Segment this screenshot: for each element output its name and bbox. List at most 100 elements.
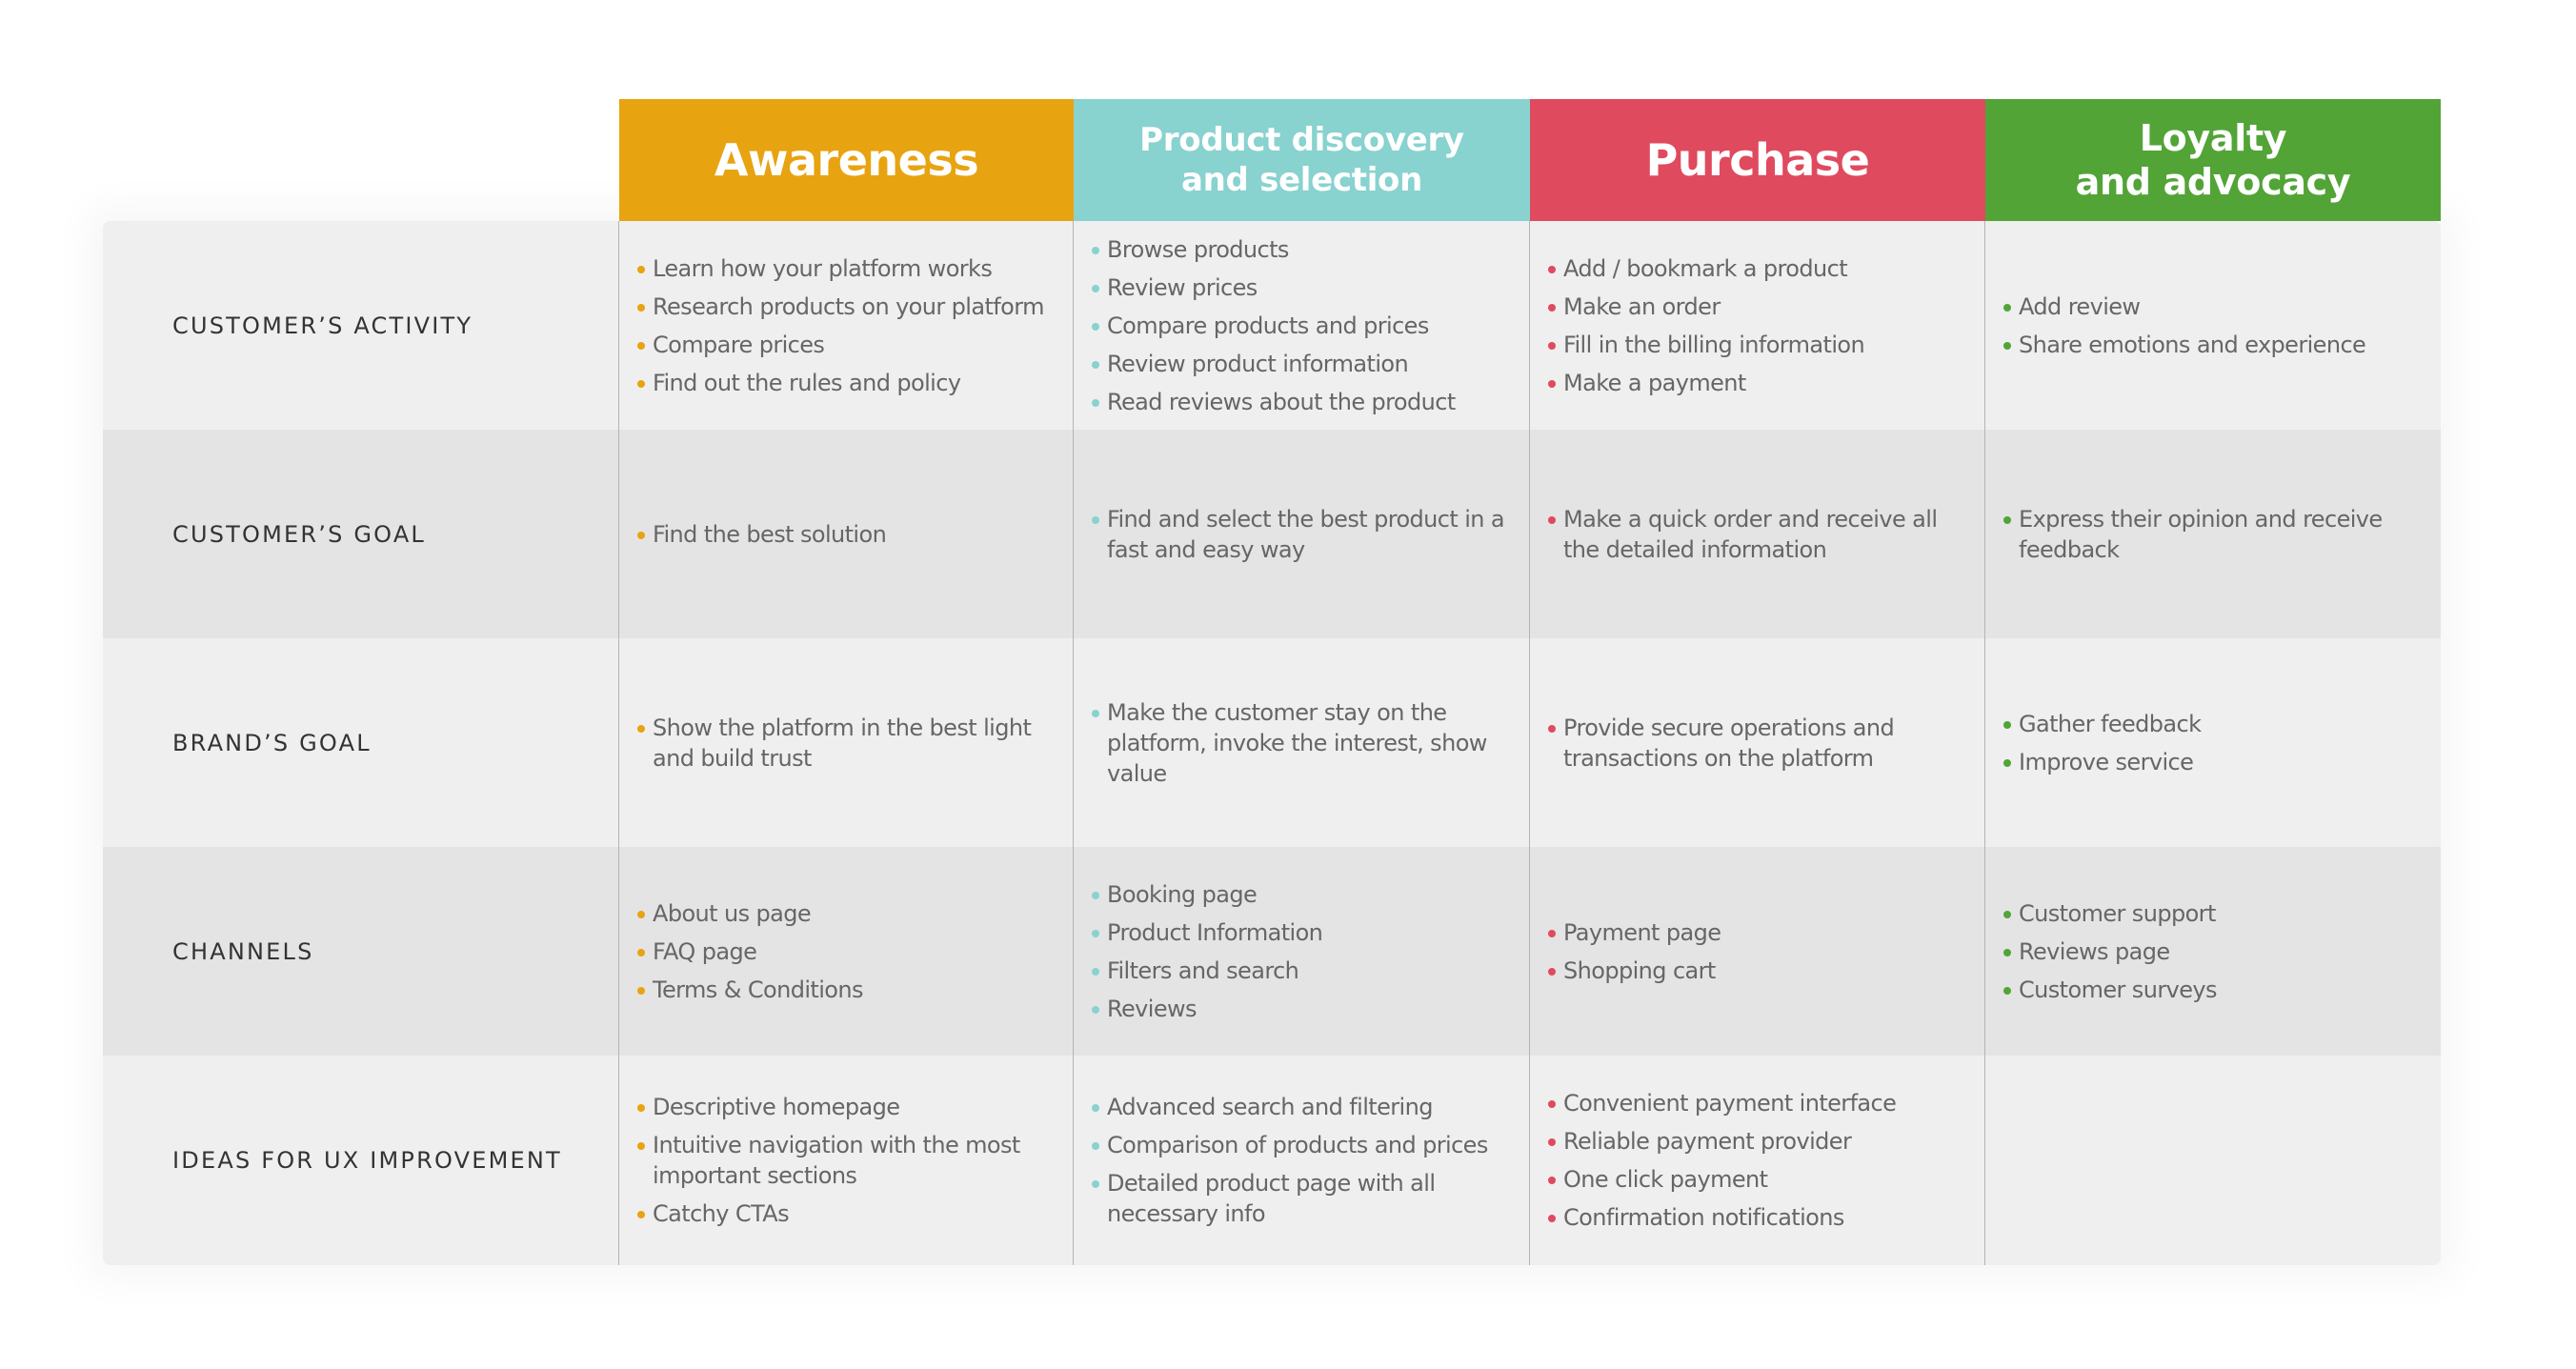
list-item: Reliable payment provider (1548, 1126, 1976, 1157)
list-item-text: Compare prices (653, 331, 825, 358)
list-item: Detailed product page with all necessary… (1092, 1168, 1520, 1229)
journey-cell-purchase: Make a quick order and receive all the d… (1530, 430, 1985, 638)
list-item-text: Reliable payment provider (1563, 1127, 1852, 1155)
list-item-text: Make a payment (1563, 369, 1746, 396)
list-item: Read reviews about the product (1092, 387, 1520, 417)
list-item-text: Shopping cart (1563, 956, 1716, 984)
journey-cell-purchase: Add / bookmark a product Make an order Fil… (1530, 221, 1985, 430)
bullet-dot-icon (1092, 1141, 1099, 1150)
bullet-dot-icon (637, 379, 645, 388)
bullet-dot-icon (2003, 341, 2011, 350)
bullet-dot-icon (1548, 1137, 1556, 1146)
bullet-dot-icon (637, 1103, 645, 1112)
list-item-text: Filters and search (1107, 956, 1299, 984)
bullet-dot-icon (2003, 910, 2011, 918)
bullet-dot-icon (1548, 303, 1556, 312)
bullet-list: Booking page Product Information Filters a… (1092, 879, 1520, 1024)
list-item-text: Browse products (1107, 235, 1289, 263)
list-item: Compare products and prices (1092, 311, 1520, 341)
bullet-list: Find and select the best product in a fa… (1092, 504, 1520, 565)
bullet-list: Find the best solution (637, 519, 1064, 550)
bullet-list: Gather feedback Improve service (2003, 709, 2431, 777)
list-item: Product Information (1092, 917, 1520, 948)
list-item-text: Make an order (1563, 292, 1721, 320)
bullet-list: Show the platform in the best light and … (637, 713, 1064, 774)
bullet-dot-icon (1092, 967, 1099, 976)
bullet-list: Payment page Shopping cart (1548, 917, 1976, 986)
list-item: Compare prices (637, 330, 1064, 360)
list-item-text: Compare products and prices (1107, 312, 1429, 339)
list-item: Find out the rules and policy (637, 368, 1064, 398)
list-item-text: Review product information (1107, 350, 1409, 377)
bullet-dot-icon (637, 948, 645, 956)
list-item: Research products on your platform (637, 292, 1064, 322)
stage-title: Purchase (1645, 134, 1870, 186)
bullet-dot-icon (2003, 303, 2011, 312)
stage-title: Product discovery and selection (1139, 121, 1464, 199)
list-item-text: Add / bookmark a product (1563, 254, 1848, 282)
bullet-list: Descriptive homepage Intuitive navigation… (637, 1092, 1064, 1229)
list-item: Add / bookmark a product (1548, 253, 1976, 284)
list-item-text: Find and select the best product in a fa… (1107, 505, 1505, 563)
list-item: Filters and search (1092, 956, 1520, 986)
bullet-list: Make the customer stay on the platform, … (1092, 697, 1520, 789)
journey-cell-awareness: Find the best solution (619, 430, 1074, 638)
list-item-text: One click payment (1563, 1165, 1768, 1193)
list-item: Customer surveys (2003, 975, 2431, 1005)
bullet-dot-icon (1092, 322, 1099, 331)
list-item: FAQ page (637, 936, 1064, 967)
list-item-text: Reviews (1107, 995, 1197, 1022)
bullet-dot-icon (1092, 515, 1099, 524)
list-item-text: Intuitive navigation with the most impor… (653, 1131, 1020, 1189)
column-divider (1529, 221, 1530, 1265)
list-item-text: Provide secure operations and transactio… (1563, 714, 1895, 772)
journey-cell-discovery: Booking page Product Information Filters a… (1074, 847, 1530, 1056)
journey-cell-awareness: Show the platform in the best light and … (619, 638, 1074, 847)
list-item: Browse products (1092, 234, 1520, 265)
list-item: Learn how your platform works (637, 253, 1064, 284)
list-item: Payment page (1548, 917, 1976, 948)
journey-cell-loyalty: Add review Share emotions and experience (1985, 221, 2441, 430)
column-divider (1984, 221, 1985, 1265)
journey-cell-discovery: Advanced search and filtering Comparison … (1074, 1056, 1530, 1264)
journey-cell-purchase: Convenient payment interface Reliable pay… (1530, 1056, 1985, 1264)
bullet-dot-icon (2003, 758, 2011, 767)
bullet-dot-icon (1548, 929, 1556, 937)
journey-cell-awareness: Descriptive homepage Intuitive navigation… (619, 1056, 1074, 1264)
list-item: Reviews page (2003, 936, 2431, 967)
bullet-dot-icon (1092, 246, 1099, 254)
list-item: Improve service (2003, 747, 2431, 777)
list-item-text: Convenient payment interface (1563, 1089, 1897, 1117)
list-item: Provide secure operations and transactio… (1548, 713, 1976, 774)
list-item: Make a quick order and receive all the d… (1548, 504, 1976, 565)
stage-header-awareness: Awareness (619, 99, 1074, 221)
bullet-list: About us page FAQ page Terms & Conditions (637, 898, 1064, 1005)
list-item: Customer support (2003, 898, 2431, 929)
bullet-dot-icon (1092, 891, 1099, 899)
journey-cell-discovery: Find and select the best product in a fa… (1074, 430, 1530, 638)
list-item-text: Find out the rules and policy (653, 369, 961, 396)
list-item: Descriptive homepage (637, 1092, 1064, 1122)
bullet-list: Express their opinion and receive feedba… (2003, 504, 2431, 565)
list-item: Comparison of products and prices (1092, 1130, 1520, 1160)
bullet-dot-icon (1548, 515, 1556, 524)
list-item: Review prices (1092, 272, 1520, 303)
list-item-text: Advanced search and filtering (1107, 1093, 1433, 1120)
bullet-dot-icon (637, 910, 645, 918)
bullet-dot-icon (2003, 720, 2011, 729)
list-item: Convenient payment interface (1548, 1088, 1976, 1118)
list-item: Catchy CTAs (637, 1198, 1064, 1229)
list-item-text: Descriptive homepage (653, 1093, 900, 1120)
bullet-dot-icon (1548, 724, 1556, 733)
list-item-text: Reviews page (2019, 937, 2170, 965)
bullet-list: Add review Share emotions and experience (2003, 292, 2431, 360)
list-item-text: Customer support (2019, 899, 2216, 927)
bullet-dot-icon (637, 1210, 645, 1218)
row-label: BRAND’S GOAL (172, 729, 372, 756)
journey-cell-loyalty: Express their opinion and receive feedba… (1985, 430, 2441, 638)
list-item: Terms & Conditions (637, 975, 1064, 1005)
bullet-dot-icon (1092, 929, 1099, 937)
bullet-dot-icon (1548, 1176, 1556, 1184)
journey-cell-purchase: Provide secure operations and transactio… (1530, 638, 1985, 847)
bullet-dot-icon (637, 265, 645, 273)
